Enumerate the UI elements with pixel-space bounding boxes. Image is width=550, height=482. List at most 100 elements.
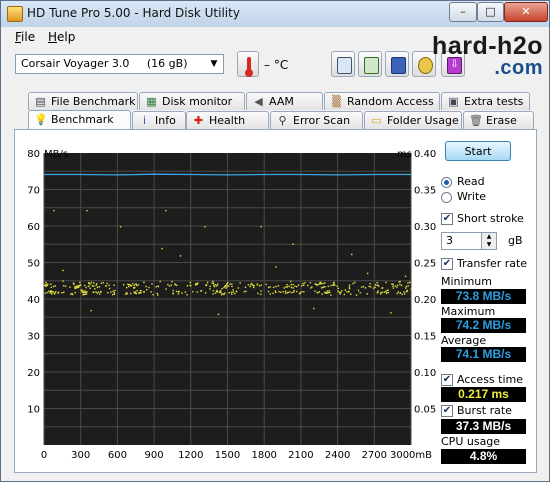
tab-disk-monitor[interactable]: ▦ Disk monitor	[139, 92, 245, 110]
burst-rate-checkbox[interactable]: ✔	[441, 405, 453, 417]
minimize-button[interactable]: –	[449, 2, 477, 22]
access-time-point	[53, 209, 55, 212]
access-time-point	[200, 290, 203, 292]
access-time-point	[407, 282, 409, 284]
watermark-line-1: hard-h2o	[432, 32, 543, 60]
access-time-point	[239, 282, 241, 284]
app-window: HD Tune Pro 5.00 - Hard Disk Utility – □…	[0, 0, 550, 482]
short-stroke-value: 3	[446, 234, 453, 247]
copy-screenshot-button[interactable]	[358, 51, 382, 77]
tab-health[interactable]: ✚ Health	[186, 111, 269, 129]
access-time-point	[362, 285, 365, 288]
tab-info[interactable]: i Info	[132, 111, 186, 129]
access-time-point	[215, 290, 218, 293]
tab-error-scan[interactable]: ⚲ Error Scan	[270, 111, 363, 129]
access-time-point	[84, 284, 86, 287]
access-time-point	[97, 291, 100, 293]
access-time-point	[302, 282, 304, 285]
tab-extra-tests[interactable]: ▣ Extra tests	[441, 92, 530, 110]
access-time-point	[195, 283, 198, 286]
access-time-point	[247, 284, 250, 286]
access-time-point	[377, 285, 380, 287]
save-button[interactable]	[385, 51, 409, 77]
access-time-point	[63, 291, 65, 294]
y-tick-left: 60	[27, 222, 40, 233]
drive-select[interactable]: Corsair Voyager 3.0 (16 gB) ▼	[15, 54, 224, 74]
menu-help[interactable]: Help	[48, 30, 75, 44]
title-bar[interactable]: HD Tune Pro 5.00 - Hard Disk Utility – □…	[1, 1, 549, 27]
access-time-point	[156, 292, 159, 295]
access-time-point	[47, 283, 49, 285]
access-time-point	[212, 284, 215, 286]
short-stroke-checkbox[interactable]: ✔	[441, 213, 453, 225]
access-time-point	[399, 292, 402, 294]
disk-monitor-icon: ▦	[146, 95, 157, 108]
short-stroke-spinner[interactable]: 3 ▲ ▼	[441, 232, 497, 250]
access-time-point	[148, 286, 150, 289]
access-time-point	[94, 288, 96, 290]
access-time-point	[143, 281, 145, 284]
access-time-point	[206, 281, 209, 284]
access-time-point	[70, 293, 72, 295]
tab-folder-usage[interactable]: ▭ Folder Usage	[364, 111, 462, 129]
tab-file-benchmark[interactable]: ▤ File Benchmark	[28, 92, 138, 110]
spin-up-icon[interactable]: ▲	[481, 233, 496, 241]
access-time-point	[383, 291, 386, 293]
copy-info-button[interactable]	[331, 51, 355, 77]
spin-down-icon[interactable]: ▼	[481, 241, 496, 249]
access-time-point	[45, 281, 47, 284]
menu-file[interactable]: File	[15, 30, 35, 44]
access-time-point	[181, 292, 183, 294]
maximize-button[interactable]: □	[477, 2, 504, 22]
y-tick-right: 0.10	[414, 368, 436, 379]
x-tick: 300	[71, 450, 90, 461]
start-button[interactable]: Start	[445, 141, 511, 161]
y-tick-left: 70	[27, 186, 40, 197]
access-time-point	[296, 290, 298, 293]
access-time-point	[167, 283, 169, 286]
chevron-down-icon: ▼	[210, 59, 218, 69]
temperature-value: – °C	[264, 58, 289, 72]
access-time-point	[287, 291, 289, 294]
access-time-point	[90, 281, 93, 284]
access-time-point	[54, 292, 56, 294]
access-time-point	[260, 226, 262, 228]
tab-benchmark[interactable]: 💡 Benchmark	[28, 110, 131, 130]
access-time-point	[369, 282, 371, 285]
folder-icon: ▭	[371, 114, 382, 127]
x-tick: 0	[41, 450, 47, 461]
access-time-point	[237, 287, 240, 289]
access-time-point	[87, 285, 90, 287]
tab-aam[interactable]: ◀ AAM	[246, 92, 323, 110]
access-time-point	[209, 285, 211, 288]
access-time-point	[267, 286, 270, 289]
tab-label: Disk monitor	[162, 95, 233, 108]
close-button[interactable]: ✕	[504, 2, 548, 22]
access-time-point	[324, 282, 326, 284]
tab-random-access[interactable]: ▒ Random Access	[324, 92, 440, 110]
access-time-point	[350, 293, 352, 295]
tab-label: Extra tests	[464, 95, 524, 108]
access-time-checkbox[interactable]: ✔	[441, 374, 453, 386]
access-time-point	[145, 285, 147, 288]
access-time-point	[168, 285, 171, 287]
trash-icon: 🗑	[469, 114, 483, 127]
x-tick: 1200	[178, 450, 203, 461]
access-time-point	[192, 290, 194, 293]
transfer-rate-checkbox[interactable]: ✔	[441, 258, 453, 270]
tab-erase[interactable]: 🗑 Erase	[463, 111, 534, 129]
access-time-point	[229, 283, 231, 285]
access-time-point	[107, 291, 109, 294]
access-time-point	[81, 291, 83, 293]
tab-row-bottom: 💡 Benchmark i Info ✚ Health ⚲ Error Scan ▭ Folder…	[14, 110, 537, 130]
access-time-point	[108, 287, 111, 290]
read-radio[interactable]	[441, 177, 452, 188]
access-time-point	[376, 281, 378, 284]
access-time-point	[212, 282, 215, 285]
access-time-point	[250, 282, 253, 285]
tab-label: Info	[155, 114, 176, 127]
access-time-point	[51, 290, 54, 293]
access-time-point	[257, 292, 259, 295]
access-time-point	[205, 284, 207, 286]
write-radio[interactable]	[441, 192, 452, 203]
